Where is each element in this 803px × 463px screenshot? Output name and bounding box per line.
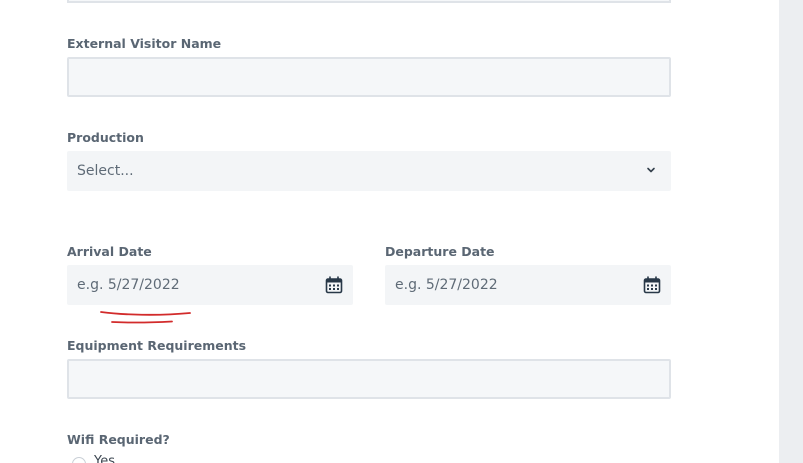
red-underline-annotation: [100, 311, 191, 324]
arrival-date-placeholder: e.g. 5/27/2022: [77, 277, 180, 293]
wifi-yes-label: Yes: [94, 454, 115, 463]
departure-date-label: Departure Date: [385, 244, 495, 259]
production-label: Production: [67, 130, 144, 145]
calendar-icon[interactable]: [325, 276, 343, 294]
scrollbar-track[interactable]: [779, 0, 803, 463]
calendar-icon[interactable]: [643, 276, 661, 294]
arrival-date-input[interactable]: e.g. 5/27/2022: [67, 265, 353, 305]
previous-field-input[interactable]: [67, 0, 671, 3]
external-visitor-name-input[interactable]: [67, 57, 671, 97]
wifi-yes-radio[interactable]: [72, 457, 86, 463]
departure-date-input[interactable]: e.g. 5/27/2022: [385, 265, 671, 305]
chevron-down-icon: [647, 167, 655, 173]
equipment-requirements-input[interactable]: [67, 359, 671, 399]
wifi-required-label: Wifi Required?: [67, 432, 170, 447]
production-select-value: Select...: [77, 163, 134, 179]
departure-date-placeholder: e.g. 5/27/2022: [395, 277, 498, 293]
external-visitor-name-label: External Visitor Name: [67, 36, 222, 51]
equipment-requirements-label: Equipment Requirements: [67, 338, 247, 353]
visitor-request-form: External Visitor Name Production Select.…: [0, 0, 803, 463]
production-select[interactable]: Select...: [67, 151, 671, 191]
arrival-date-label: Arrival Date: [67, 244, 152, 259]
